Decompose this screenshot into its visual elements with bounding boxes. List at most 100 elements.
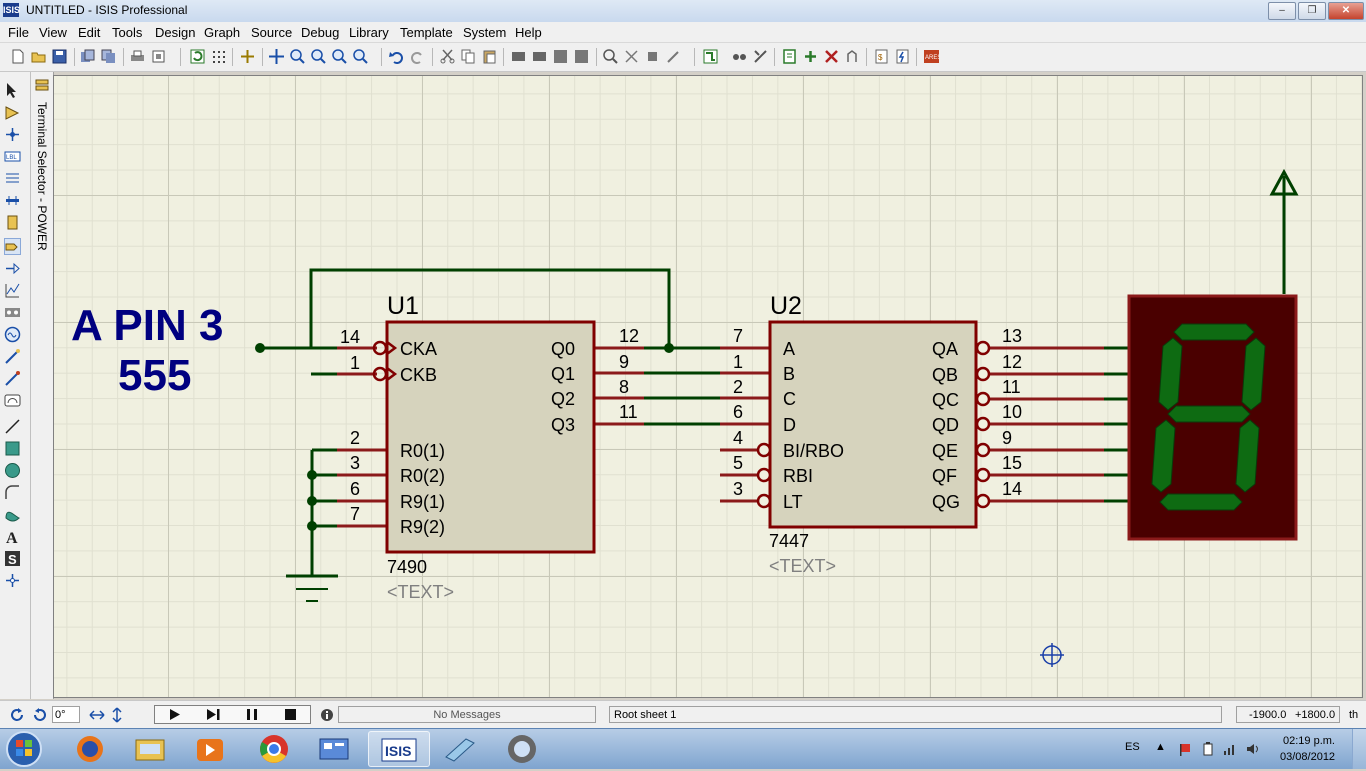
box-tool-icon[interactable]: [4, 440, 21, 457]
rotate-anticlockwise-icon[interactable]: [31, 707, 47, 723]
arc-tool-icon[interactable]: [4, 484, 21, 501]
schematic-canvas[interactable]: A PIN 3 555 U1 7490 <TEXT> 14 CKA 1 CKB …: [53, 75, 1363, 698]
u2-reference[interactable]: U2: [770, 292, 802, 320]
exit-to-parent-icon[interactable]: [845, 49, 860, 64]
block-rotate-icon[interactable]: [553, 49, 568, 64]
clock-date[interactable]: 03/08/2012: [1280, 751, 1335, 763]
u1-part-value[interactable]: 7490: [387, 557, 427, 577]
copy-icon[interactable]: [461, 49, 476, 64]
text-tool-icon[interactable]: A: [4, 528, 21, 547]
grid-icon[interactable]: [211, 49, 226, 64]
block-move-icon[interactable]: [532, 49, 547, 64]
circle-tool-icon[interactable]: [4, 462, 21, 479]
annotation-line1[interactable]: A PIN 3: [71, 301, 223, 350]
zoom-all-icon[interactable]: [332, 49, 347, 64]
virtual-instruments-icon[interactable]: [4, 392, 21, 409]
menu-template[interactable]: Template: [400, 25, 453, 40]
zoom-out-icon[interactable]: [311, 49, 326, 64]
wire-label-icon[interactable]: LBL: [4, 148, 21, 165]
selection-mode-icon[interactable]: [4, 82, 21, 99]
redo-icon[interactable]: [410, 49, 425, 64]
decompose-icon[interactable]: [666, 49, 681, 64]
voltage-probe-icon[interactable]: [4, 348, 21, 365]
network-icon[interactable]: [1223, 742, 1237, 756]
text-script-icon[interactable]: [4, 170, 21, 187]
minimize-button[interactable]: –: [1268, 2, 1296, 20]
menu-library[interactable]: Library: [349, 25, 389, 40]
make-device-icon[interactable]: [624, 49, 639, 64]
pan-icon[interactable]: [269, 49, 284, 64]
pause-icon[interactable]: [233, 706, 271, 723]
annotation-line2[interactable]: 555: [118, 351, 191, 400]
packaging-tool-icon[interactable]: [645, 49, 660, 64]
current-probe-icon[interactable]: [4, 370, 21, 387]
close-button[interactable]: ✕: [1328, 2, 1364, 20]
clock-time[interactable]: 02:19 p.m.: [1283, 735, 1335, 747]
u2-text-field[interactable]: <TEXT>: [769, 556, 836, 576]
show-hidden-icons-icon[interactable]: ▲: [1155, 741, 1166, 753]
menu-debug[interactable]: Debug: [301, 25, 339, 40]
junction-dot-icon[interactable]: [4, 126, 21, 143]
remove-sheet-icon[interactable]: [824, 49, 839, 64]
mirror-horizontal-icon[interactable]: [89, 707, 105, 723]
object-selector[interactable]: Terminal Selector - POWER: [31, 72, 54, 699]
stop-icon[interactable]: [272, 706, 310, 723]
menu-design[interactable]: Design: [155, 25, 195, 40]
cut-icon[interactable]: [440, 49, 455, 64]
taskbar-chrome[interactable]: [246, 731, 302, 767]
block-copy-icon[interactable]: [511, 49, 526, 64]
menu-view[interactable]: View: [39, 25, 67, 40]
rotation-field[interactable]: 0°: [52, 706, 80, 723]
new-sheet-icon[interactable]: [782, 49, 797, 64]
add-sheet-icon[interactable]: [803, 49, 818, 64]
taskbar-firefox[interactable]: [62, 731, 118, 767]
restore-button[interactable]: ❐: [1298, 2, 1326, 20]
zoom-in-icon[interactable]: [290, 49, 305, 64]
subcircuit-icon[interactable]: [4, 214, 21, 231]
u2-part-value[interactable]: 7447: [769, 531, 809, 551]
menu-tools[interactable]: Tools: [112, 25, 142, 40]
taskbar-isis[interactable]: ISIS: [368, 731, 430, 767]
export-icon[interactable]: [101, 49, 116, 64]
netlist-to-ares-icon[interactable]: ARES: [924, 49, 939, 64]
path-tool-icon[interactable]: [4, 506, 21, 523]
paste-icon[interactable]: [482, 49, 497, 64]
bill-of-materials-icon[interactable]: $: [874, 49, 889, 64]
electrical-rule-check-icon[interactable]: [895, 49, 910, 64]
pick-device-icon[interactable]: [603, 49, 618, 64]
taskbar-explorer[interactable]: [122, 731, 178, 767]
step-icon[interactable]: [194, 706, 232, 723]
line-tool-icon[interactable]: [4, 418, 21, 435]
component-mode-icon[interactable]: [4, 104, 21, 121]
menu-system[interactable]: System: [463, 25, 506, 40]
symbol-tool-icon[interactable]: S: [4, 550, 21, 567]
search-tag-icon[interactable]: [732, 49, 747, 64]
taskbar-notepad[interactable]: [432, 731, 488, 767]
u1-text-field[interactable]: <TEXT>: [387, 582, 454, 602]
language-indicator[interactable]: ES: [1125, 741, 1140, 753]
menu-file[interactable]: File: [8, 25, 29, 40]
undo-icon[interactable]: [389, 49, 404, 64]
menu-graph[interactable]: Graph: [204, 25, 240, 40]
message-panel[interactable]: No Messages: [338, 706, 596, 723]
open-folder-icon[interactable]: [31, 49, 46, 64]
menu-edit[interactable]: Edit: [78, 25, 100, 40]
property-tool-icon[interactable]: [753, 49, 768, 64]
generator-icon[interactable]: [4, 326, 21, 343]
tape-recorder-icon[interactable]: [4, 304, 21, 321]
menu-help[interactable]: Help: [515, 25, 542, 40]
show-desktop-button[interactable]: [1352, 729, 1366, 769]
taskbar-media-player[interactable]: [182, 731, 238, 767]
bus-icon[interactable]: [4, 192, 21, 209]
graph-mode-icon[interactable]: [4, 282, 21, 299]
new-file-icon[interactable]: [10, 49, 25, 64]
terminals-mode-icon[interactable]: [4, 238, 21, 255]
redraw-icon[interactable]: [190, 49, 205, 64]
volume-icon[interactable]: [1246, 742, 1260, 756]
print-area-icon[interactable]: [151, 49, 166, 64]
play-icon[interactable]: [155, 706, 193, 723]
device-pins-icon[interactable]: [4, 260, 21, 277]
u1-reference[interactable]: U1: [387, 292, 419, 320]
start-button-icon[interactable]: [4, 729, 44, 769]
origin-icon[interactable]: [240, 49, 255, 64]
